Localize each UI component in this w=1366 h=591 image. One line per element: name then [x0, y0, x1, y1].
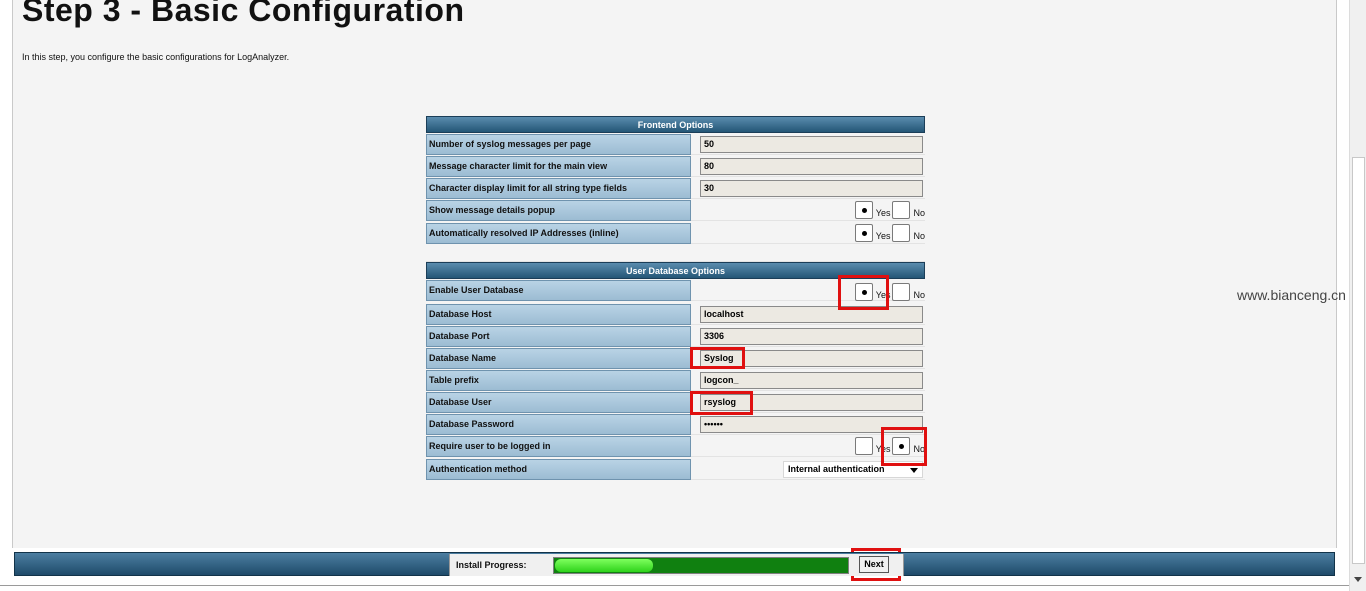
db-port-input[interactable]: 3306	[700, 328, 923, 345]
require-login-no-label: No	[913, 443, 925, 454]
db-name-label: Database Name	[426, 348, 691, 369]
require-login-no-radio[interactable]	[892, 437, 911, 455]
enable-user-db-label: Enable User Database	[426, 280, 691, 301]
require-login-label: Require user to be logged in	[426, 436, 691, 457]
require-login-yes-radio[interactable]	[854, 437, 873, 455]
row-show-popup: Show message details popup Yes No	[426, 199, 925, 222]
row-db-host: Database Host localhost	[426, 303, 925, 325]
char-limit-string-input[interactable]: 30	[700, 180, 923, 197]
db-password-input[interactable]: ••••••	[700, 416, 923, 433]
messages-per-page-input[interactable]: 50	[700, 136, 923, 153]
chevron-down-icon	[910, 468, 918, 473]
row-db-port: Database Port 3306	[426, 325, 925, 347]
watermark-text: www.bianceng.cn	[1237, 287, 1346, 303]
scroll-down-arrow-icon[interactable]	[1354, 577, 1362, 582]
row-char-limit-string: Character display limit for all string t…	[426, 177, 925, 199]
installer-page: Step 3 - Basic Configuration In this ste…	[12, 0, 1337, 548]
show-popup-yes-label: Yes	[875, 207, 891, 218]
db-host-input[interactable]: localhost	[700, 306, 923, 323]
enable-user-db-no-radio[interactable]	[892, 283, 911, 301]
messages-per-page-label: Number of syslog messages per page	[426, 134, 691, 155]
scrollbar-thumb[interactable]	[1352, 157, 1365, 564]
row-messages-per-page: Number of syslog messages per page 50	[426, 133, 925, 155]
show-popup-label: Show message details popup	[426, 200, 691, 221]
row-resolve-ip: Automatically resolved IP Addresses (inl…	[426, 222, 925, 245]
auth-method-select[interactable]: Internal authentication	[783, 461, 923, 478]
install-footer-bar: Install Progress: Next	[14, 552, 1335, 576]
install-progress-bar	[553, 557, 849, 574]
page-title: Step 3 - Basic Configuration	[22, 0, 465, 28]
row-db-user: Database User rsyslog	[426, 391, 925, 413]
bottom-divider	[0, 585, 1349, 586]
enable-user-db-yes-radio[interactable]	[854, 283, 873, 301]
install-progress-area: Install Progress: Next	[449, 554, 904, 576]
table-prefix-input[interactable]: logcon_	[700, 372, 923, 389]
resolve-ip-yes-label: Yes	[875, 230, 891, 241]
enable-user-db-yes-label: Yes	[875, 289, 891, 300]
table-prefix-label: Table prefix	[426, 370, 691, 391]
char-limit-main-input[interactable]: 80	[700, 158, 923, 175]
show-popup-no-radio[interactable]	[892, 201, 911, 219]
config-table: Frontend Options Number of syslog messag…	[426, 116, 925, 480]
row-db-name: Database Name Syslog	[426, 347, 925, 369]
db-port-label: Database Port	[426, 326, 691, 347]
auth-method-label: Authentication method	[426, 459, 691, 480]
section-spacer	[426, 245, 925, 262]
row-require-login: Require user to be logged in Yes No	[426, 435, 925, 458]
auth-method-value: Internal authentication	[788, 464, 885, 474]
db-user-input[interactable]: rsyslog	[700, 394, 923, 411]
row-char-limit-main: Message character limit for the main vie…	[426, 155, 925, 177]
intro-text: In this step, you configure the basic co…	[22, 52, 290, 62]
show-popup-yes-radio[interactable]	[854, 201, 873, 219]
row-auth-method: Authentication method Internal authentic…	[426, 458, 925, 480]
char-limit-string-label: Character display limit for all string t…	[426, 178, 691, 199]
char-limit-main-label: Message character limit for the main vie…	[426, 156, 691, 177]
resolve-ip-no-radio[interactable]	[892, 224, 911, 242]
frontend-options-header: Frontend Options	[426, 116, 925, 133]
require-login-yes-label: Yes	[875, 443, 891, 454]
show-popup-no-label: No	[913, 207, 925, 218]
row-table-prefix: Table prefix logcon_	[426, 369, 925, 391]
next-button[interactable]: Next	[859, 556, 889, 573]
db-name-input[interactable]: Syslog	[700, 350, 923, 367]
resolve-ip-yes-radio[interactable]	[854, 224, 873, 242]
install-progress-label: Install Progress:	[456, 560, 527, 570]
vertical-scrollbar[interactable]	[1349, 0, 1366, 591]
row-db-password: Database Password ••••••	[426, 413, 925, 435]
db-password-label: Database Password	[426, 414, 691, 435]
user-database-options-header: User Database Options	[426, 262, 925, 279]
install-progress-indicator	[555, 559, 653, 572]
resolve-ip-label: Automatically resolved IP Addresses (inl…	[426, 223, 691, 244]
resolve-ip-no-label: No	[913, 230, 925, 241]
db-host-label: Database Host	[426, 304, 691, 325]
enable-user-db-no-label: No	[913, 289, 925, 300]
row-enable-user-db: Enable User Database Yes No	[426, 279, 925, 303]
db-user-label: Database User	[426, 392, 691, 413]
